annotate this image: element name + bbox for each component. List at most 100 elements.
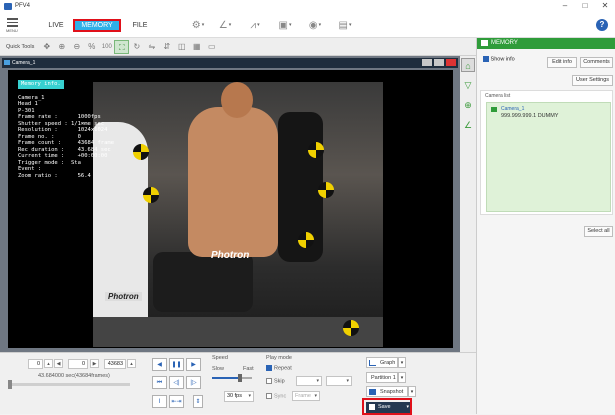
- skip-checkbox[interactable]: Skip: [266, 378, 285, 384]
- comments-button[interactable]: Comments: [580, 57, 613, 68]
- mirror-icon[interactable]: ◫: [174, 40, 189, 54]
- partition-button[interactable]: Partition 1 ▾: [366, 372, 406, 383]
- graph-button[interactable]: Graph ▾: [366, 357, 406, 368]
- marker-target-icon: [308, 142, 324, 158]
- checkbox-checked-icon: [483, 56, 489, 62]
- app-logo-icon: [4, 2, 12, 10]
- first-frame-icon[interactable]: ⏮: [152, 376, 167, 389]
- start-frame-spin-icon[interactable]: ▴: [44, 359, 53, 368]
- camera-list-title: Camera list: [485, 93, 511, 99]
- show-info-checkbox[interactable]: Show info: [483, 56, 515, 62]
- pan-icon[interactable]: ✥: [39, 40, 54, 54]
- zoom-percent-icon[interactable]: %: [84, 40, 99, 54]
- flip-icon[interactable]: ⇋: [144, 40, 159, 54]
- marker-target-icon: [143, 187, 159, 203]
- fit-icon[interactable]: ⛶: [114, 39, 130, 54]
- flip-vertical-icon[interactable]: ⇵: [159, 40, 174, 54]
- reverse-play-icon[interactable]: ◀: [152, 358, 167, 371]
- camera-icon: [4, 60, 10, 65]
- minimize-icon[interactable]: –: [555, 0, 575, 12]
- graph-tool-icon[interactable]: ⩘ ▾: [245, 18, 265, 32]
- overlay-icon[interactable]: ▭: [204, 40, 219, 54]
- chevron-down-icon: ▾: [314, 393, 317, 399]
- image-adjust-icon[interactable]: ▣ ▾: [275, 18, 295, 32]
- memory-panel: MEMORY Show info Edit info Comments User…: [476, 38, 615, 414]
- quick-tools-label: Quick Tools: [6, 43, 35, 50]
- timeline-track[interactable]: [8, 380, 130, 389]
- hamburger-icon: [7, 18, 18, 20]
- help-icon[interactable]: ?: [596, 19, 608, 31]
- fps-select[interactable]: 30 fps ▾: [224, 391, 254, 402]
- step-forward-icon[interactable]: |▷: [186, 376, 201, 389]
- home-icon[interactable]: ⌂: [461, 58, 475, 72]
- user-settings-button[interactable]: User Settings: [572, 75, 613, 86]
- chevron-down-icon: ▾: [248, 393, 251, 399]
- select-all-button[interactable]: Select all: [584, 226, 613, 237]
- add-marker-icon[interactable]: ⊕: [461, 98, 475, 112]
- camera-window-maximize-icon[interactable]: [434, 59, 444, 66]
- save-dropdown-icon[interactable]: ▾: [406, 402, 409, 413]
- edit-info-button[interactable]: Edit info: [547, 57, 577, 68]
- tab-memory[interactable]: MEMORY: [73, 19, 121, 32]
- checkbox-checked-icon: [266, 365, 272, 371]
- timeline-thumb[interactable]: [8, 380, 12, 389]
- maximize-icon[interactable]: □: [575, 0, 595, 12]
- rotate-icon[interactable]: ↻: [129, 40, 144, 54]
- current-frame-field[interactable]: 0: [68, 359, 88, 369]
- range-spin-icon[interactable]: ⇕: [193, 395, 203, 408]
- zoom-out-icon[interactable]: ⊖: [69, 40, 84, 54]
- camera-window-minimize-icon[interactable]: [422, 59, 432, 66]
- network-icon[interactable]: ◉ ▾: [305, 18, 325, 32]
- skip-count-select[interactable]: ▾: [296, 376, 322, 386]
- window-controls: – □ ✕: [555, 0, 615, 12]
- close-icon[interactable]: ✕: [595, 0, 615, 12]
- memory-panel-options: Show info Edit info Comments: [477, 49, 615, 71]
- mark-in-icon[interactable]: I: [152, 395, 167, 408]
- filter-icon[interactable]: ▽: [461, 78, 475, 92]
- tab-file[interactable]: FILE: [128, 19, 152, 32]
- save-icon: [369, 404, 375, 410]
- start-frame-field[interactable]: 0: [28, 359, 43, 369]
- memory-icon: [481, 40, 488, 46]
- play-icon[interactable]: ▶: [186, 358, 201, 371]
- fps-value: 30 fps: [227, 393, 242, 399]
- camera-settings-icon[interactable]: ⚙ ▾: [188, 18, 208, 32]
- video-frame[interactable]: Photron Photron Memory info. Camera_1 He…: [8, 70, 453, 348]
- camera-info: 999.999.999.1 DUMMY: [501, 113, 559, 119]
- measure-icon[interactable]: ∠ ▾: [215, 18, 235, 32]
- skip-unit-select[interactable]: ▾: [326, 376, 352, 386]
- end-frame-spin-icon[interactable]: ▴: [127, 359, 136, 368]
- zoom-100-icon[interactable]: 100: [99, 40, 114, 54]
- sync-checkbox[interactable]: Sync: [266, 393, 286, 399]
- angle-icon[interactable]: ∠: [461, 118, 475, 132]
- layout-icon[interactable]: ▤ ▾: [335, 18, 355, 32]
- mark-range-icon[interactable]: ⇤⇥: [169, 395, 184, 408]
- step-back-icon[interactable]: ◁|: [169, 376, 184, 389]
- next-frame-small-icon[interactable]: ▶: [90, 359, 99, 368]
- window-title: PFV4: [15, 3, 31, 9]
- menu-bar: MENU LIVE MEMORY FILE ⚙ ▾ ∠ ▾ ⩘ ▾ ▣ ▾ ◉ ▾ ▤ ▾ …: [0, 12, 615, 38]
- prev-frame-small-icon[interactable]: ◀: [54, 359, 63, 368]
- zoom-in-icon[interactable]: ⊕: [54, 40, 69, 54]
- sync-mode-select[interactable]: Frame ▾: [292, 391, 320, 401]
- checkbox-unchecked-icon: [266, 378, 272, 384]
- speed-slider[interactable]: [212, 374, 252, 382]
- grid-icon[interactable]: ▦: [189, 40, 204, 54]
- snapshot-button[interactable]: Snapshot ▾: [366, 386, 416, 397]
- graph-dropdown-icon[interactable]: ▾: [398, 357, 406, 368]
- save-button[interactable]: Save ▾: [366, 402, 410, 413]
- skip-label: Skip: [274, 378, 285, 385]
- info-line: Zoom ratio : 56.4: [18, 172, 91, 179]
- end-frame-field[interactable]: 43683: [104, 359, 126, 369]
- tab-live[interactable]: LIVE: [44, 19, 68, 32]
- camera-list-item[interactable]: Camera_1 999.999.999.1 DUMMY: [486, 102, 611, 212]
- pause-icon[interactable]: ❚❚: [169, 358, 184, 371]
- camera-window-close-icon[interactable]: [446, 59, 456, 66]
- repeat-checkbox[interactable]: Repeat: [266, 365, 292, 371]
- playback-controls: 0 ▴ ◀ 0 ▶ 43683 ▴ 43.684000 sec(43684fra…: [0, 352, 476, 415]
- partition-dropdown-icon[interactable]: ▾: [398, 372, 406, 383]
- menu-button[interactable]: MENU: [6, 16, 20, 34]
- speed-slider-thumb[interactable]: [238, 374, 242, 382]
- title-bar: PFV4 – □ ✕: [0, 0, 615, 12]
- snapshot-dropdown-icon[interactable]: ▾: [408, 386, 416, 397]
